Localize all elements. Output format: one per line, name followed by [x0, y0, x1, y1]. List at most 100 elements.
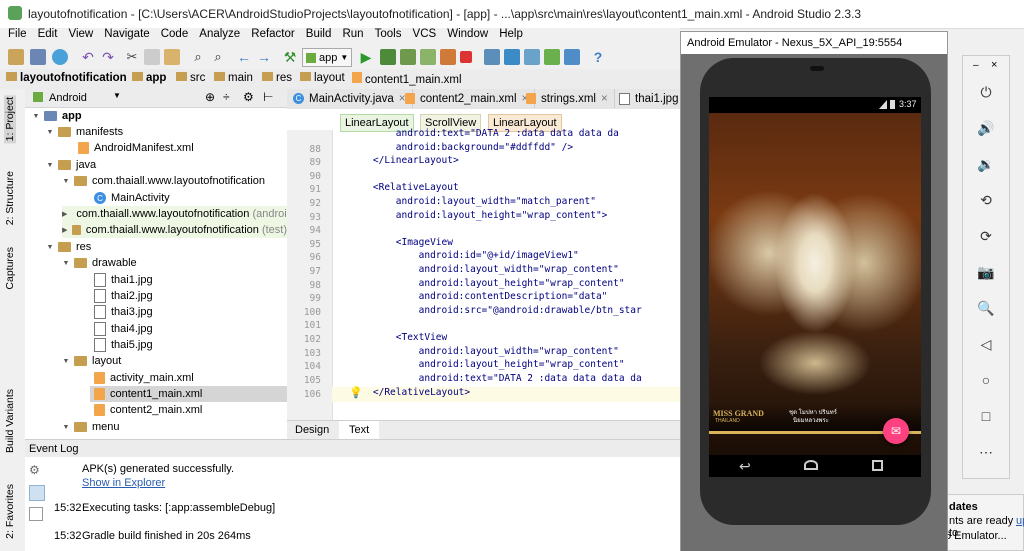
more-icon[interactable]: ⋯ [976, 442, 996, 462]
tree-node-manifest-file[interactable]: AndroidManifest.xml [78, 140, 194, 156]
stop-icon[interactable] [460, 51, 472, 63]
device-monitor-icon[interactable] [484, 49, 500, 65]
project-structure-icon[interactable] [524, 49, 540, 65]
menu-run[interactable]: Run [342, 28, 363, 40]
menu-analyze[interactable]: Analyze [199, 28, 240, 40]
menu-refactor[interactable]: Refactor [251, 28, 294, 40]
power-icon[interactable]: ⏻ [976, 82, 996, 102]
tree-node-content2-main[interactable]: content2_main.xml [94, 402, 202, 418]
run-icon[interactable]: ▶ [358, 49, 374, 65]
help-icon[interactable]: ? [590, 49, 606, 65]
instant-run-icon[interactable] [440, 49, 456, 65]
tree-node-menu[interactable]: ▼ menu [62, 419, 120, 435]
tree-node-content1-main[interactable]: content1_main.xml [90, 386, 287, 402]
tree-node-app[interactable]: ▼ app [32, 108, 82, 124]
settings-gear-icon[interactable]: ⚙ [243, 90, 254, 104]
show-in-explorer-link[interactable]: Show in Explorer [82, 477, 165, 489]
menu-edit[interactable]: Edit [38, 28, 58, 40]
breadcrumb-file[interactable]: content1_main.xml [352, 72, 462, 86]
tree-node-java[interactable]: ▼ java [46, 157, 97, 173]
overview-icon[interactable]: □ [976, 406, 996, 426]
notification-update-link[interactable]: up [1016, 515, 1024, 527]
fab-email-button[interactable]: ✉ [883, 418, 909, 444]
menu-navigate[interactable]: Navigate [104, 28, 149, 40]
rotate-right-icon[interactable]: ⟳ [976, 226, 996, 246]
tab-project[interactable]: 1: Project [4, 95, 16, 144]
chevron-down-icon[interactable]: ▼ [113, 91, 121, 100]
volume-down-icon[interactable]: 🔉 [976, 154, 996, 174]
breadcrumb-layout[interactable]: layout [300, 72, 345, 86]
soft-wrap-icon[interactable] [29, 485, 45, 501]
profile-icon[interactable] [400, 49, 416, 65]
tree-node-thai2[interactable]: thai2.jpg [94, 288, 153, 304]
menu-file[interactable]: File [8, 28, 27, 40]
tree-node-activity-main[interactable]: activity_main.xml [94, 370, 194, 386]
back-icon[interactable]: ◁ [976, 334, 996, 354]
tree-node-mainactivity[interactable]: C MainActivity [94, 190, 170, 206]
find-icon[interactable]: ⌕ [190, 49, 206, 65]
tree-node-layout[interactable]: ▼ layout [62, 353, 122, 369]
collapse-all-icon[interactable]: ÷ [223, 90, 230, 104]
tab-captures[interactable]: Captures [4, 247, 16, 290]
copy-icon[interactable] [144, 49, 160, 65]
back-icon[interactable]: ↩ [739, 458, 751, 475]
sync-icon[interactable] [52, 49, 68, 65]
tab-content2-main[interactable]: content2_main.xml × [399, 89, 536, 108]
breadcrumb-app[interactable]: app [132, 72, 166, 86]
tree-node-drawable[interactable]: ▼ drawable [62, 255, 137, 271]
menu-build[interactable]: Build [306, 28, 332, 40]
menu-vcs[interactable]: VCS [413, 28, 437, 40]
undo-icon[interactable]: ↶ [80, 49, 96, 65]
avd-manager-icon[interactable] [504, 49, 520, 65]
volume-up-icon[interactable]: 🔊 [976, 118, 996, 138]
tree-node-package-androidtest[interactable]: ▶ com.thaiall.www.layoutofnotification (a… [62, 206, 287, 222]
zoom-icon[interactable]: 🔍 [976, 298, 996, 318]
tree-node-package-test[interactable]: ▶ com.thaiall.www.layoutofnotification (t… [62, 222, 287, 238]
breadcrumb-res[interactable]: res [262, 72, 292, 86]
minimize-icon[interactable]: – [973, 60, 979, 71]
tab-thai1-jpg[interactable]: thai1.jpg [613, 89, 684, 108]
close-icon[interactable]: × [601, 93, 608, 105]
save-icon[interactable] [30, 49, 46, 65]
tree-node-package-main[interactable]: ▼ com.thaiall.www.layoutofnotification [62, 173, 266, 189]
tree-node-thai1[interactable]: thai1.jpg [94, 272, 153, 288]
forward-icon[interactable]: → [256, 49, 272, 65]
close-icon[interactable]: × [991, 59, 997, 71]
home-icon[interactable] [804, 460, 818, 470]
debug-icon[interactable] [380, 49, 396, 65]
menu-tools[interactable]: Tools [375, 28, 402, 40]
tree-node-manifests[interactable]: ▼ manifests [46, 124, 124, 140]
home-icon[interactable]: ○ [976, 370, 996, 390]
cut-icon[interactable]: ✂ [124, 49, 140, 65]
menu-help[interactable]: Help [499, 28, 523, 40]
breadcrumb-main[interactable]: main [214, 72, 253, 86]
tab-mainactivity-java[interactable]: C MainActivity.java × [287, 89, 413, 108]
tab-favorites[interactable]: 2: Favorites [4, 484, 16, 539]
sdk-manager-icon[interactable] [544, 49, 560, 65]
paste-icon[interactable] [164, 49, 180, 65]
tree-node-thai5[interactable]: thai5.jpg [94, 337, 153, 353]
tab-build-variants[interactable]: Build Variants [4, 389, 16, 453]
rotate-left-icon[interactable]: ⟲ [976, 190, 996, 210]
mark-read-icon[interactable] [29, 507, 43, 521]
replace-icon[interactable]: ⌕ [210, 49, 226, 65]
lightbulb-icon[interactable]: 💡 [349, 386, 363, 399]
menu-window[interactable]: Window [447, 28, 488, 40]
android-monitor-icon[interactable] [564, 49, 580, 65]
overview-icon[interactable] [872, 460, 883, 471]
redo-icon[interactable]: ↷ [100, 49, 116, 65]
tab-structure[interactable]: 2: Structure [4, 171, 16, 225]
tab-design[interactable]: Design [295, 424, 329, 436]
tree-node-thai4[interactable]: thai4.jpg [94, 321, 153, 337]
make-project-icon[interactable]: ⚒ [282, 49, 298, 65]
event-log-settings-icon[interactable]: ⚙ [29, 463, 40, 477]
project-view-selector[interactable]: Android [49, 92, 87, 104]
menu-view[interactable]: View [68, 28, 93, 40]
breadcrumb-src[interactable]: src [176, 72, 205, 86]
attach-debugger-icon[interactable] [420, 49, 436, 65]
tab-strings-xml[interactable]: strings.xml × [520, 89, 615, 108]
back-icon[interactable]: ← [236, 49, 252, 65]
hide-panel-icon[interactable]: ⊢ [263, 90, 273, 104]
sync-scroll-icon[interactable]: ⊕ [205, 90, 215, 104]
camera-icon[interactable]: 📷 [976, 262, 996, 282]
